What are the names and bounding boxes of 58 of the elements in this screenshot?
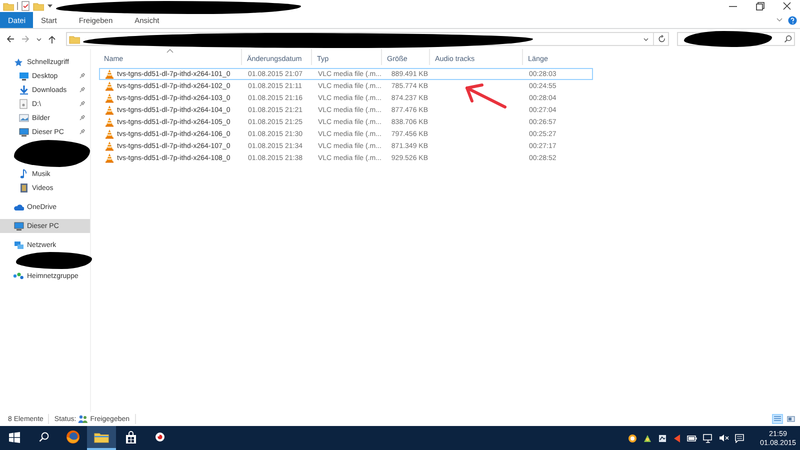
- pin-icon: [79, 87, 85, 93]
- details-view-icon: [774, 416, 781, 422]
- search-icon: [784, 35, 792, 43]
- pin-icon: [79, 129, 85, 135]
- app-icon: [154, 431, 166, 443]
- pin-icon: [79, 73, 85, 79]
- document-icon: [21, 1, 30, 11]
- pictures-icon: [18, 114, 28, 122]
- traffic-cone-icon: [105, 105, 114, 115]
- network-icon: [14, 240, 24, 250]
- traffic-cone-icon: [105, 117, 114, 127]
- folder-icon: [33, 1, 44, 11]
- traffic-cone-icon: [105, 129, 114, 139]
- battery-icon[interactable]: [687, 434, 698, 442]
- traffic-cone-icon: [105, 69, 114, 79]
- up-icon[interactable]: [48, 34, 56, 44]
- globe-icon: [66, 430, 80, 444]
- desktop-icon: [18, 72, 28, 80]
- folder-icon: [69, 34, 80, 44]
- search-field[interactable]: [677, 32, 795, 46]
- music-note-icon: [20, 169, 27, 179]
- search-icon: [38, 432, 48, 442]
- download-icon: [18, 85, 28, 95]
- chevron-icon[interactable]: [776, 17, 783, 23]
- network-icon[interactable]: [703, 434, 714, 442]
- folder-icon: [94, 431, 109, 443]
- view-button[interactable]: [785, 414, 796, 424]
- windows-logo-icon: [9, 432, 20, 442]
- help-icon[interactable]: [788, 16, 797, 24]
- dropdown-icon[interactable]: [36, 36, 42, 42]
- back-icon[interactable]: [6, 35, 15, 43]
- computer-icon: [14, 222, 24, 230]
- speaker-muted-icon[interactable]: [719, 434, 730, 442]
- cloud-icon: [13, 204, 24, 210]
- star-icon: [14, 58, 23, 66]
- refresh-icon[interactable]: [658, 35, 666, 43]
- homegroup-icon: [13, 272, 24, 280]
- traffic-cone-icon: [105, 141, 114, 151]
- notification-icon[interactable]: [735, 434, 744, 442]
- caret-icon: [47, 3, 53, 9]
- dropdown-icon[interactable]: [643, 36, 649, 42]
- drive-icon: [19, 99, 28, 109]
- app-icon[interactable]: [643, 434, 652, 442]
- tiles-view-icon: [786, 416, 794, 422]
- app-icon[interactable]: [658, 434, 668, 442]
- traffic-cone-icon: [105, 153, 114, 163]
- shopping-bag-icon: [124, 430, 136, 444]
- traffic-cone-icon: [105, 81, 114, 91]
- film-icon: [20, 183, 28, 193]
- app-icon[interactable]: [628, 434, 638, 442]
- people-icon: [78, 415, 88, 423]
- pin-icon: [79, 115, 85, 121]
- pin-icon: [79, 101, 85, 107]
- maximize-icon[interactable]: [755, 1, 765, 11]
- sort-caret-icon: [166, 49, 174, 53]
- computer-icon: [18, 128, 28, 136]
- traffic-cone-icon: [105, 93, 114, 103]
- close-icon[interactable]: [782, 1, 792, 11]
